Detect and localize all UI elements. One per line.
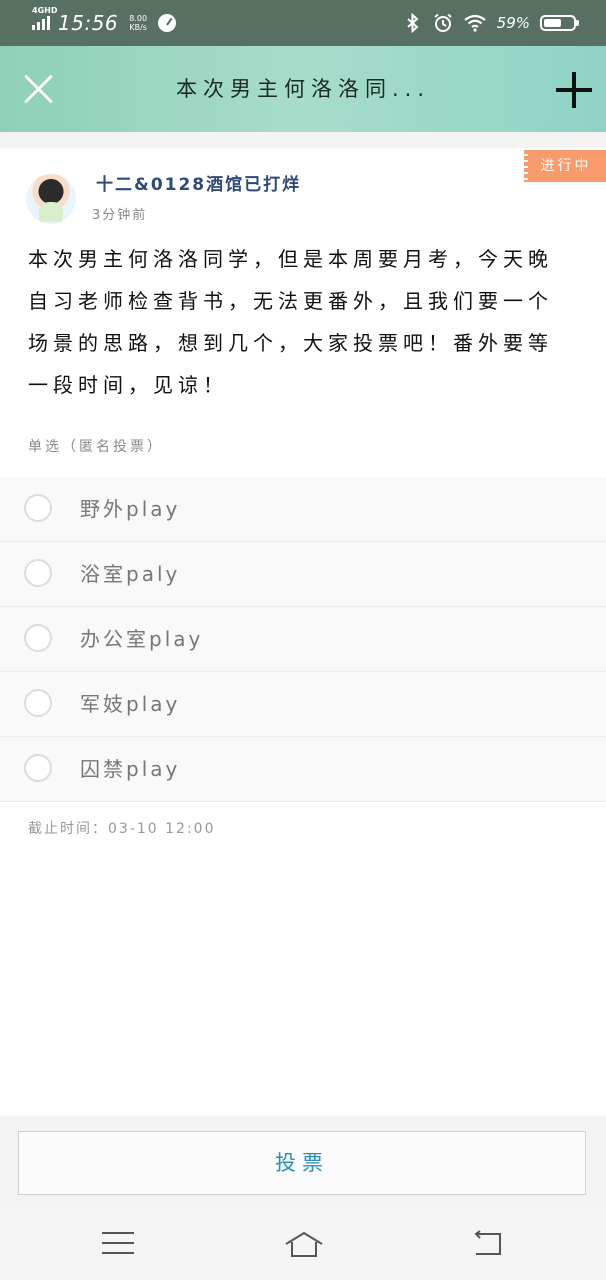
vote-option[interactable]: 浴室paly	[0, 542, 606, 607]
network-speed: 8.00 KB/s	[126, 14, 150, 32]
page-title: 本次男主何洛洛同...	[175, 77, 431, 101]
speed-unit: KB/s	[129, 23, 147, 32]
status-left: 4GHD 15:56 8.00 KB/s	[32, 0, 177, 46]
home-icon[interactable]	[284, 1230, 324, 1260]
radio-button[interactable]	[24, 494, 52, 522]
app-header: 本次男主何洛洛同...	[0, 46, 606, 132]
status-badge: 进行中	[524, 150, 606, 182]
radio-button[interactable]	[24, 754, 52, 782]
speed-gauge-icon	[158, 14, 177, 32]
status-right: 59%	[403, 0, 579, 46]
post-body: 本次男主何洛洛同学，但是本周要月考，今天晚自习老师检查背书，无法更番外，且我们要…	[28, 247, 553, 397]
bluetooth-icon	[406, 13, 419, 33]
author-name[interactable]: 十二&0128酒馆已打烊	[96, 170, 301, 195]
avatar-figure	[39, 202, 63, 222]
vote-type: 单选（匿名投票）	[28, 439, 164, 455]
post-time: 3分钟前	[92, 208, 148, 223]
wifi-icon	[463, 14, 486, 32]
option-label: 囚禁play	[80, 757, 181, 781]
status-bar: 4GHD 15:56 8.00 KB/s 59%	[0, 0, 606, 46]
avatar[interactable]	[26, 174, 76, 224]
radio-button[interactable]	[24, 689, 52, 717]
option-label: 办公室play	[80, 627, 204, 651]
signal-icon: 4GHD	[32, 6, 57, 30]
vote-option[interactable]: 囚禁play	[0, 737, 606, 802]
vote-option[interactable]: 野外play	[0, 477, 606, 542]
battery-icon	[540, 15, 579, 31]
menu-icon[interactable]	[102, 1232, 134, 1256]
vote-option[interactable]: 办公室play	[0, 607, 606, 672]
radio-button[interactable]	[24, 624, 52, 652]
option-label: 浴室paly	[80, 562, 181, 586]
deadline: 截止时间：03-10 12:00	[28, 821, 216, 837]
battery-level	[544, 19, 561, 27]
alarm-icon	[434, 13, 452, 32]
radio-button[interactable]	[24, 559, 52, 587]
clock: 15:56	[58, 11, 119, 35]
network-type: 4GHD	[32, 6, 58, 15]
plus-icon[interactable]	[556, 72, 592, 108]
battery-percent: 59%	[496, 14, 530, 32]
vote-post-card: 进行中 十二&0128酒馆已打烊 3分钟前 本次男主何洛洛同学，但是本周要月考，…	[0, 148, 606, 1116]
system-nav-bar	[0, 1208, 606, 1280]
close-icon[interactable]	[18, 68, 58, 108]
option-label: 野外play	[80, 497, 181, 521]
vote-button[interactable]: 投票	[18, 1131, 586, 1195]
speed-value: 8.00	[129, 14, 148, 23]
vote-options: 野外play 浴室paly 办公室play 军妓play 囚禁play	[0, 477, 606, 802]
option-label: 军妓play	[80, 692, 181, 716]
back-icon[interactable]	[472, 1230, 504, 1258]
vote-option[interactable]: 军妓play	[0, 672, 606, 737]
